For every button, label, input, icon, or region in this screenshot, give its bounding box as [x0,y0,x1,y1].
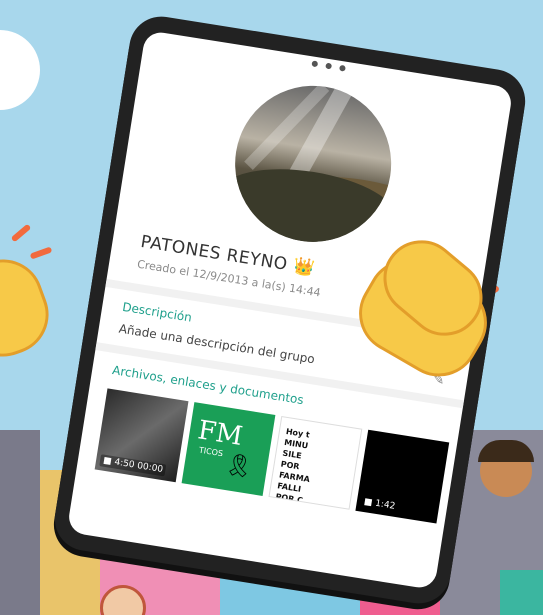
camera [311,60,346,72]
window [500,570,543,615]
crown-icon: 👑 [291,256,317,280]
media-thumb-document[interactable]: Hoy t MINU SILE POR FARMA FALLI POR C [268,415,363,510]
video-duration-badge: ■ 4:50 00:00 [99,454,167,477]
clapping-hand-left [0,248,60,368]
group-avatar[interactable] [223,74,403,254]
video-camera-icon: ■ [363,496,374,509]
media-thumb-video[interactable]: ■ 1:42 [355,429,450,524]
video-camera-icon: ■ [102,455,113,467]
media-thumb-video[interactable]: ■ 4:50 00:00 [94,388,189,483]
description-field[interactable]: Añade una descripción del grupo [118,322,316,367]
media-thumbnails: ■ 4:50 00:00 FM TICOS 🎗 Hoy t MINU SILE … [94,388,450,524]
clap-burst [10,223,32,243]
cloud [0,30,40,110]
mourning-ribbon-icon: 🎗 [223,451,255,481]
video-duration-badge: ■ 1:42 [359,495,400,514]
clap-burst [29,246,53,260]
building [0,430,40,615]
media-thumb-image[interactable]: FM TICOS 🎗 [181,402,276,496]
description-title: Descripción [121,299,193,325]
